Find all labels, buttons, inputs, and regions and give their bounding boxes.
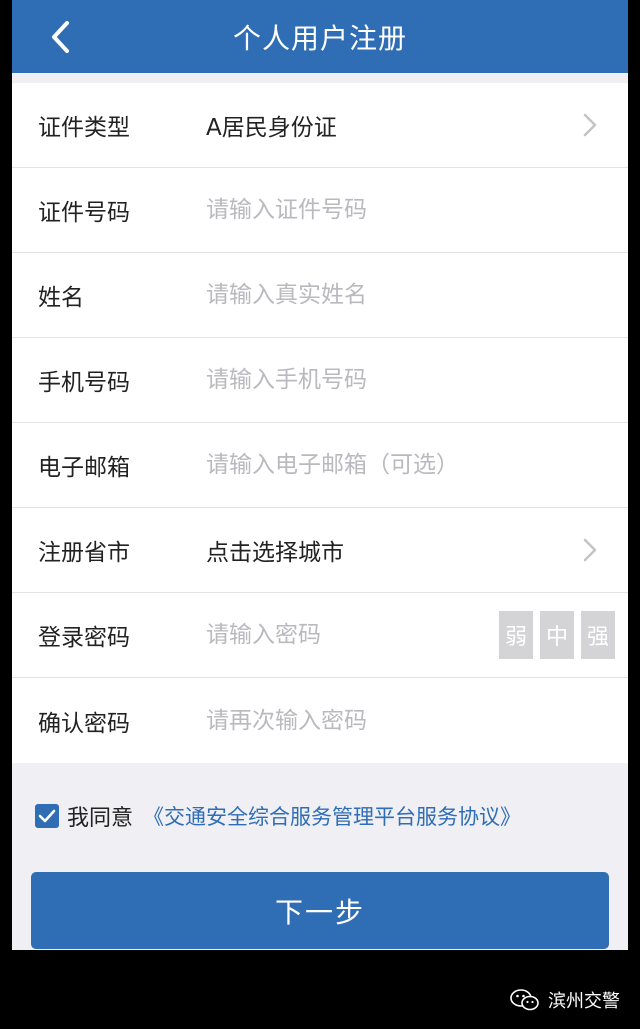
agree-text: 我同意	[67, 806, 134, 831]
strength-medium: 中	[540, 611, 574, 659]
id-type-label: 证件类型	[38, 115, 130, 141]
password-input[interactable]	[206, 605, 499, 665]
confirm-password-row: 确认密码	[12, 678, 628, 763]
page-title: 个人用户注册	[232, 21, 407, 55]
phone-label: 手机号码	[38, 370, 130, 396]
wechat-icon	[510, 989, 539, 1011]
name-row: 姓名	[12, 253, 628, 338]
next-button[interactable]: 下一步	[31, 872, 609, 949]
app-screen: 个人用户注册 证件类型 A居民身份证 证件号码 姓名 手机号码 电子邮箱 注册省	[12, 0, 628, 950]
agree-checkbox[interactable]	[35, 804, 59, 828]
city-label: 注册省市	[38, 540, 130, 566]
id-number-row: 证件号码	[12, 168, 628, 253]
id-type-value: A居民身份证	[206, 115, 337, 141]
email-input[interactable]	[206, 435, 628, 495]
password-label: 登录密码	[38, 625, 130, 651]
chevron-right-icon	[570, 530, 610, 570]
id-number-label: 证件号码	[38, 200, 130, 226]
city-value: 点击选择城市	[206, 540, 344, 566]
phone-input[interactable]	[206, 350, 628, 410]
strength-strong: 强	[581, 611, 615, 659]
confirm-password-label: 确认密码	[38, 710, 130, 737]
confirm-password-input[interactable]	[206, 690, 628, 751]
email-row: 电子邮箱	[12, 423, 628, 508]
name-input[interactable]	[206, 265, 628, 325]
chevron-right-icon	[570, 105, 610, 145]
check-icon	[38, 809, 56, 823]
back-button[interactable]	[40, 17, 80, 57]
nav-bar: 个人用户注册	[12, 0, 628, 73]
watermark: 滨州交警	[510, 987, 620, 1013]
phone-row: 手机号码	[12, 338, 628, 423]
password-row: 登录密码 弱 中 强	[12, 593, 628, 678]
agreement-link[interactable]: 《交通安全综合服务管理平台服务协议》	[143, 801, 521, 831]
strength-weak: 弱	[499, 611, 533, 659]
registration-form: 证件类型 A居民身份证 证件号码 姓名 手机号码 电子邮箱 注册省市 点击选择城…	[12, 83, 628, 763]
chevron-left-icon	[52, 21, 69, 53]
id-type-row[interactable]: 证件类型 A居民身份证	[12, 83, 628, 168]
id-number-input[interactable]	[206, 180, 628, 240]
watermark-text: 滨州交警	[548, 991, 620, 1012]
password-strength-indicator: 弱 中 强	[499, 611, 615, 659]
email-label: 电子邮箱	[38, 455, 130, 481]
city-row[interactable]: 注册省市 点击选择城市	[12, 508, 628, 593]
agreement-row: 我同意 《交通安全综合服务管理平台服务协议》	[12, 793, 628, 839]
name-label: 姓名	[38, 285, 84, 311]
